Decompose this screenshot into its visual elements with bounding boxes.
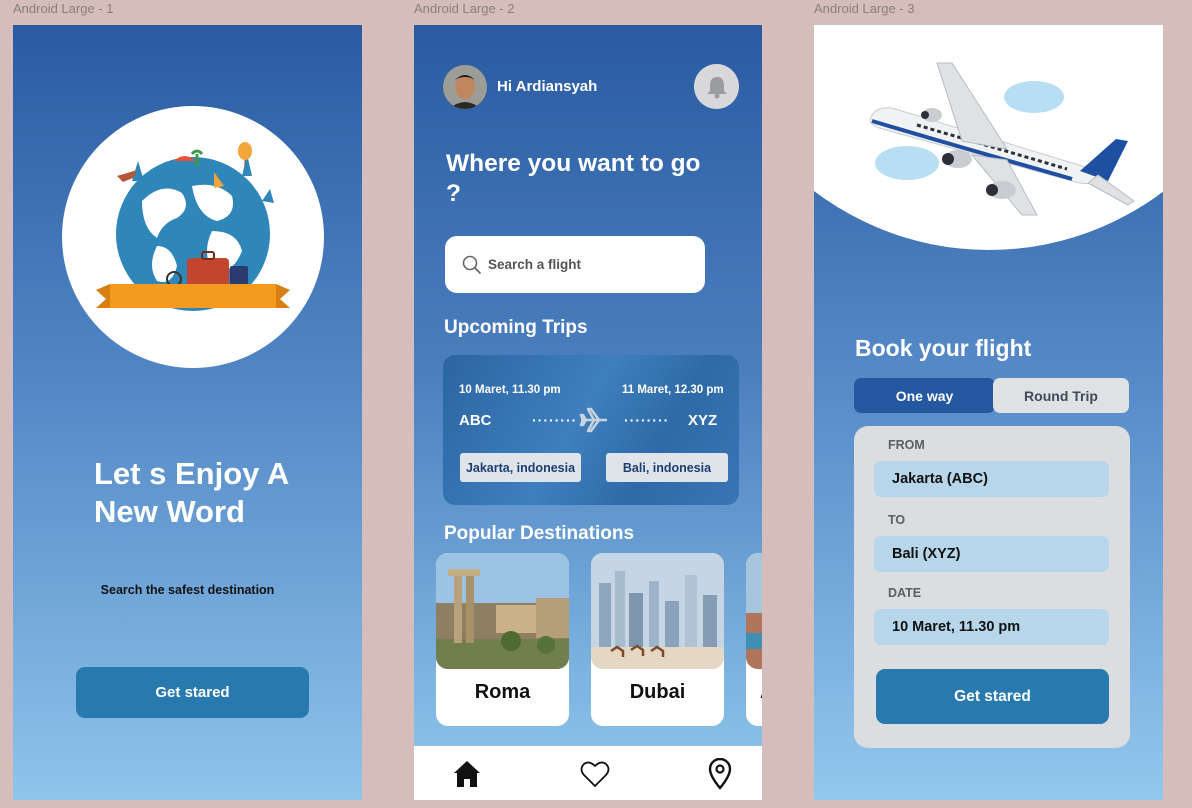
tab-favorites[interactable] — [575, 754, 615, 794]
destination-name: Roma — [474, 681, 531, 703]
home-icon — [454, 761, 480, 787]
page-title: Book your flight — [855, 335, 1032, 361]
popular-destinations-title: Popular Destinations — [444, 523, 635, 544]
from-field[interactable]: Jakarta (ABC) — [874, 461, 1109, 497]
upcoming-trip-card[interactable]: 10 Maret, 11.30 pm 11 Maret, 12.30 pm AB… — [443, 355, 739, 505]
airplane-icon — [579, 407, 607, 433]
from-city-badge: Jakarta, indonesia — [460, 453, 581, 482]
roma-image — [436, 553, 569, 669]
tab-location[interactable] — [700, 754, 740, 794]
date-label: DATE — [888, 586, 922, 600]
booking-screen: Book your flight One way Round Trip FROM… — [814, 25, 1163, 800]
to-label: TO — [888, 513, 906, 527]
notification-button[interactable] — [694, 64, 739, 109]
upcoming-trips-title: Upcoming Trips — [444, 317, 588, 338]
get-started-button[interactable]: Get stared — [76, 667, 309, 718]
to-code: XYZ — [688, 412, 718, 429]
onboarding-title: Let s Enjoy A New Word — [94, 456, 289, 529]
from-code: ABC — [459, 412, 492, 429]
get-started-button[interactable]: Get stared — [876, 669, 1109, 724]
airplane-illustration — [869, 62, 1135, 216]
location-pin-icon — [708, 758, 732, 790]
frame-label-2: Android Large - 2 — [414, 1, 515, 16]
one-way-toggle[interactable]: One way — [854, 378, 995, 413]
greeting-text: Hi Ardiansyah — [497, 78, 598, 95]
destination-card-roma[interactable]: Roma — [436, 553, 569, 726]
bottom-tab-bar — [414, 746, 762, 800]
arrive-time: 11 Maret, 12.30 pm — [622, 384, 724, 396]
hero-illustration-circle — [62, 106, 324, 368]
destination-name: A — [746, 681, 762, 704]
avatar[interactable] — [443, 65, 487, 109]
search-icon — [462, 255, 482, 274]
round-trip-toggle[interactable]: Round Trip — [993, 378, 1129, 413]
from-label: FROM — [888, 438, 925, 452]
search-input[interactable]: Search a flight — [445, 236, 705, 293]
destination-card-dubai[interactable]: Dubai — [591, 553, 724, 726]
bell-icon — [706, 76, 727, 98]
date-field[interactable]: 10 Maret, 11.30 pm — [874, 609, 1109, 645]
frame-label-3: Android Large - 3 — [814, 1, 915, 16]
to-city-badge: Bali, indonesia — [606, 453, 728, 482]
globe-travel-illustration — [96, 142, 290, 313]
search-placeholder: Search a flight — [488, 257, 582, 272]
route-dots-left: ········ — [532, 412, 578, 428]
onboarding-screen: Let s Enjoy A New Word Search the safest… — [13, 25, 362, 800]
onboarding-subtitle: Search the safest destination — [100, 583, 275, 597]
heart-icon — [580, 761, 610, 788]
depart-time: 10 Maret, 11.30 pm — [459, 384, 561, 396]
destination-card-partial[interactable]: A — [746, 553, 762, 726]
tab-home[interactable] — [447, 754, 487, 794]
home-screen: Hi Ardiansyah Where you want to go ? Sea… — [414, 25, 762, 800]
frame-label-1: Android Large - 1 — [13, 1, 114, 16]
dubai-image — [591, 553, 724, 669]
page-title: Where you want to go ? — [446, 150, 701, 207]
destination-name: Dubai — [629, 681, 686, 703]
route-dots-right: ········ — [624, 412, 670, 428]
destination-image — [746, 553, 762, 669]
to-field[interactable]: Bali (XYZ) — [874, 536, 1109, 572]
